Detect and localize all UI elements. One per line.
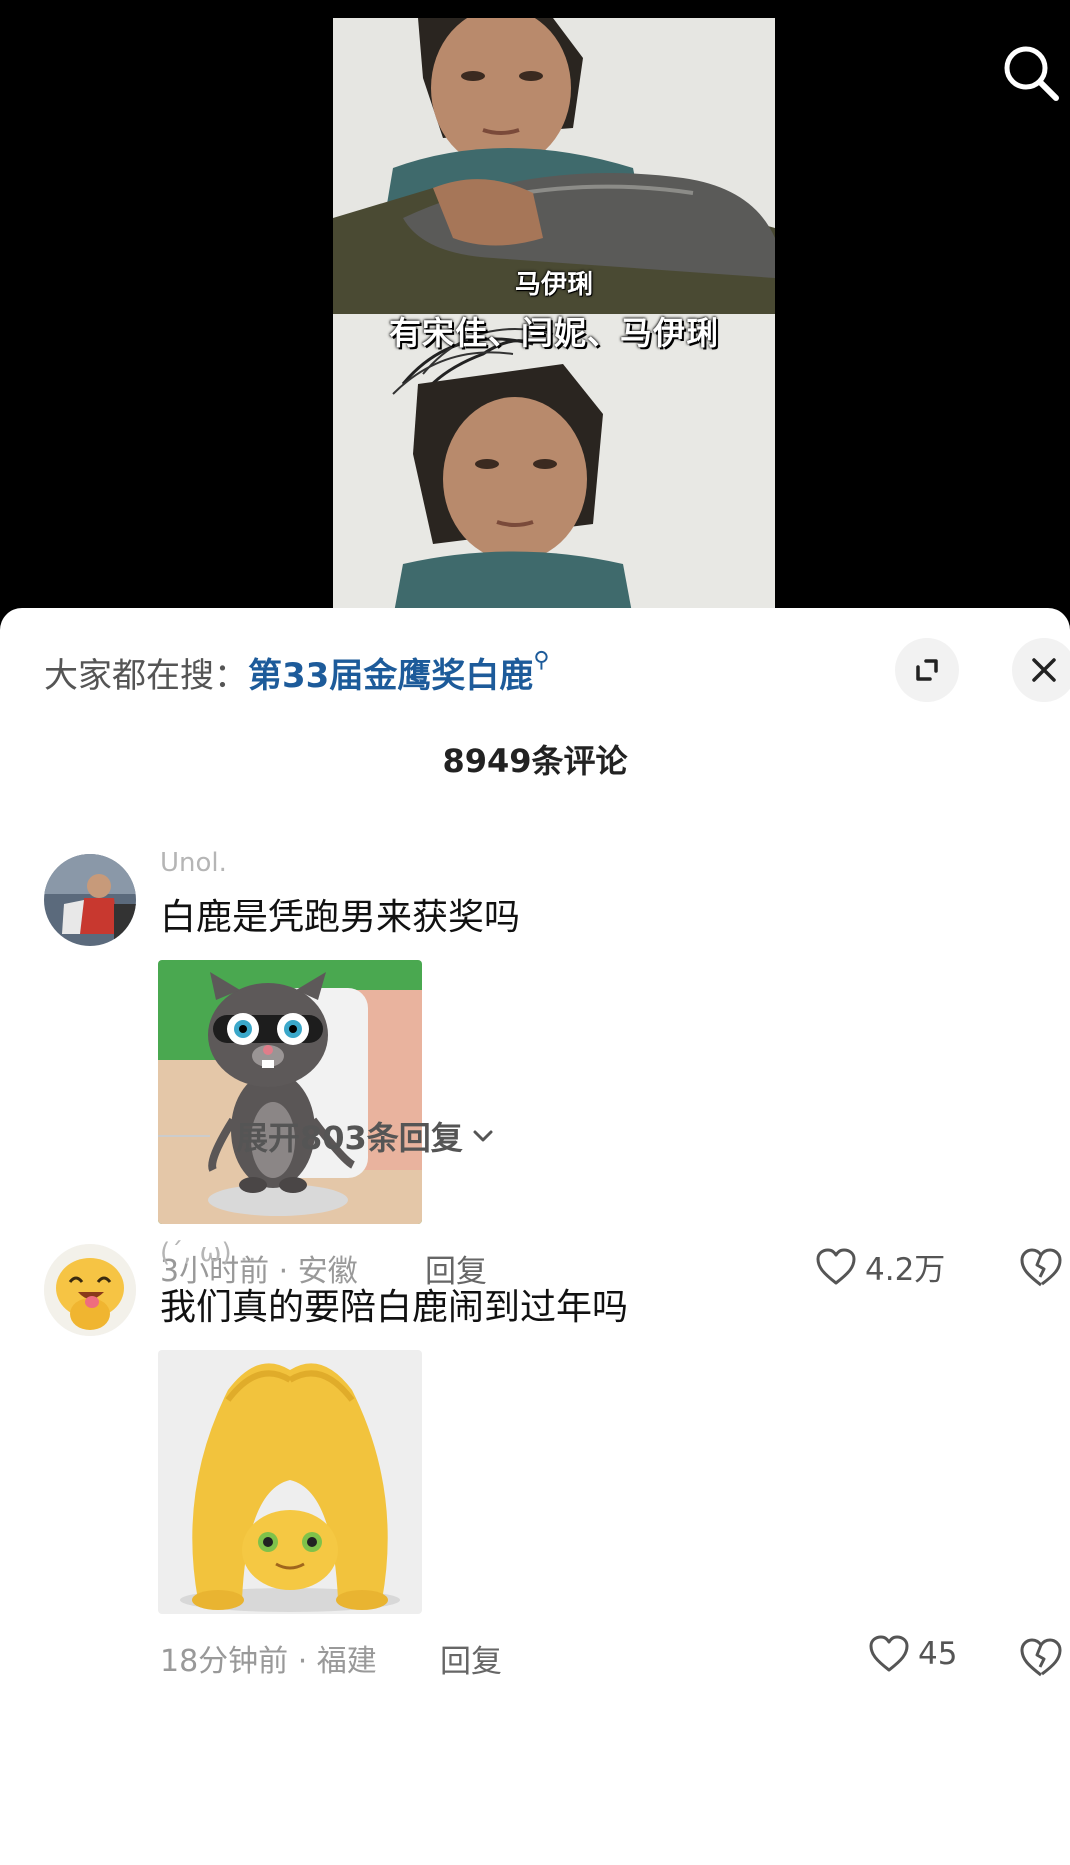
comment-sticker-image[interactable] [158,1350,422,1614]
expand-button[interactable] [895,638,959,702]
comments-sheet: 大家都在搜：第33届金鹰奖白鹿⚲ 8949条评论 Unol. 白鹿是凭跑男来获奖 [0,608,1070,1865]
comment-username[interactable]: (´, ω) .. [160,1238,256,1268]
close-icon [1032,658,1056,682]
reply-button[interactable]: 回复 [440,1636,502,1681]
expand-replies-label: 展开803条回复 [236,1119,463,1157]
hot-search-label: 大家都在搜： [44,656,248,696]
avatar[interactable] [44,1244,136,1336]
expand-icon [916,659,938,681]
video-subtitle-main: 有宋佳、闫妮、马伊琍 [388,314,719,352]
broken-heart-icon [1020,1638,1062,1677]
hot-search-bar[interactable]: 大家都在搜：第33届金鹰奖白鹿⚲ [44,648,549,697]
comment-text: 白鹿是凭跑男来获奖吗 [160,897,521,938]
video-frame[interactable]: 马伊琍 有宋佳、闫妮、马伊琍 [333,18,775,618]
like-button[interactable]: 45 [868,1634,957,1674]
chevron-down-icon [473,1130,493,1142]
close-button[interactable] [1012,638,1070,702]
hot-search-keyword[interactable]: 第33届金鹰奖白鹿 [248,656,533,696]
comment-username[interactable]: Unol. [160,848,227,878]
dislike-button[interactable] [1018,1636,1064,1680]
video-still-top: 马伊琍 [333,18,775,314]
search-small-icon: ⚲ [533,648,550,673]
comment-meta: 18分钟前 · 福建 [160,1644,377,1679]
video-player[interactable]: 马伊琍 有宋佳、闫妮、马伊琍 [0,0,1070,620]
divider-line [158,1135,210,1137]
search-icon[interactable] [1000,42,1062,104]
comment-sticker-image[interactable] [158,960,422,1224]
comment-text: 我们真的要陪白鹿闹到过年吗 [160,1287,629,1328]
video-still-bottom [333,314,775,618]
comment-count-title: 8949条评论 [442,742,628,780]
like-count: 45 [918,1636,958,1672]
heart-icon [869,1635,909,1672]
video-subtitle-small: 马伊琍 [514,270,593,300]
avatar[interactable] [44,854,136,946]
comment-item: (´, ω) .. 我们真的要陪白鹿闹到过年吗 18分钟前 · 福建 回复 45 [0,1238,1070,1865]
expand-replies-button[interactable]: 展开803条回复 [158,1113,497,1159]
comment-item: Unol. 白鹿是凭跑男来获奖吗 3小时前 · 安徽 回复 4.2万 [0,848,1070,1290]
